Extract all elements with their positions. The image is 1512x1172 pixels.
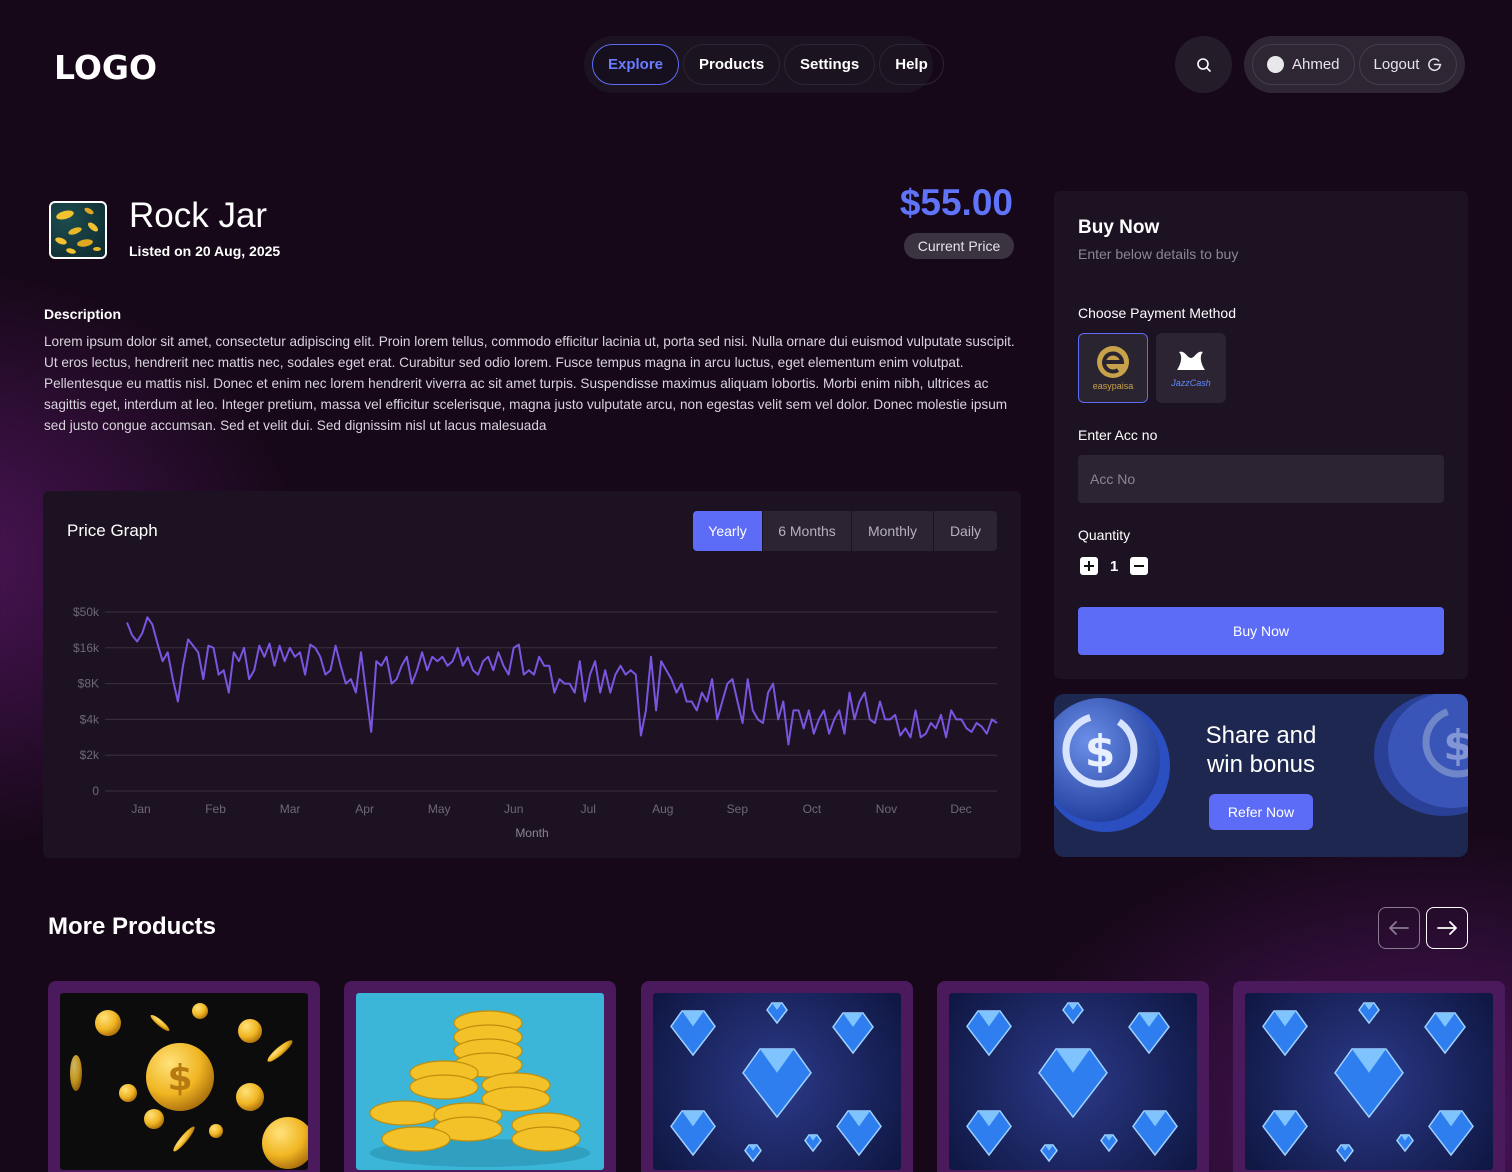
user-box: Ahmed Logout (1244, 36, 1465, 93)
payment-option-jazzcash[interactable]: JazzCash (1156, 333, 1226, 403)
logo[interactable]: LOGO (54, 48, 157, 87)
acc-label: Enter Acc no (1078, 427, 1158, 443)
more-products-heading: More Products (48, 913, 217, 940)
jazzcash-logo-icon (1177, 351, 1205, 370)
x-tick-label: Jun (504, 802, 523, 816)
price-series-line (126, 616, 998, 746)
buy-subtitle: Enter below details to buy (1078, 246, 1239, 262)
price-graph-card: 0 $2k $4k $8K $16k $50k Jan Feb Mar Apr May Jun Jul A… (43, 491, 1021, 858)
x-tick-label: Jan (131, 802, 150, 816)
x-tick-label: Apr (355, 802, 374, 816)
quantity-label: Quantity (1078, 527, 1131, 543)
payment-method-label: Choose Payment Method (1078, 305, 1236, 321)
jazzcash-label: JazzCash (1171, 378, 1211, 388)
product-card[interactable] (1233, 981, 1505, 1172)
logout-label: Logout (1373, 56, 1420, 73)
x-tick-label: Aug (652, 802, 673, 816)
next-button[interactable] (1426, 907, 1468, 949)
nav-explore[interactable]: Explore (592, 44, 680, 85)
user-profile-button[interactable]: Ahmed (1252, 44, 1355, 85)
description-text: Lorem ipsum dolor sit amet, consectetur … (44, 334, 1015, 433)
product-image-blue-gems (653, 993, 901, 1170)
svg-text:$: $ (167, 1058, 192, 1099)
search-icon (1196, 57, 1211, 72)
nav-settings[interactable]: Settings (784, 44, 876, 85)
y-tick-label: $4k (80, 712, 100, 726)
buy-card: Buy Now Enter below details to buy Choos… (1054, 191, 1468, 679)
x-tick-label: Jul (581, 802, 596, 816)
easypaisa-label: easypaisa (1092, 381, 1134, 391)
nav-help[interactable]: Help (879, 44, 944, 85)
prev-button[interactable] (1378, 907, 1420, 949)
tab-monthly[interactable]: Monthly (851, 511, 933, 551)
description-heading: Description (44, 306, 122, 322)
y-tick-label: $16k (73, 641, 100, 655)
easypaisa-logo-icon (1097, 346, 1129, 378)
product-image-blue-gems (1245, 993, 1493, 1170)
product-card[interactable] (344, 981, 616, 1172)
x-tick-label: Nov (876, 802, 897, 816)
graph-title: Price Graph (67, 521, 158, 540)
listed-date: Listed on 20 Aug, 2025 (129, 243, 281, 259)
logout-icon (1428, 58, 1442, 71)
y-tick-label: $2k (80, 748, 100, 762)
y-tick-label: $50k (73, 605, 100, 619)
y-tick-label: 0 (92, 784, 99, 798)
arrow-left-icon (1389, 921, 1409, 935)
decrement-button[interactable] (1130, 557, 1149, 575)
x-tick-label: Feb (205, 802, 226, 816)
refer-headline: Share and win bonus (1054, 721, 1468, 779)
tab-6-months[interactable]: 6 Months (762, 511, 851, 551)
payment-option-easypaisa[interactable]: easypaisa (1078, 333, 1148, 403)
product-card[interactable] (937, 981, 1209, 1172)
user-name: Ahmed (1292, 56, 1340, 73)
main-nav: Explore Products Settings Help (584, 36, 944, 93)
avatar (1267, 56, 1284, 73)
x-tick-label: May (428, 802, 451, 816)
buy-now-button[interactable]: Buy Now (1078, 607, 1444, 655)
product-image-coin-stacks (356, 993, 604, 1170)
plus-icon (1084, 561, 1094, 571)
logout-button[interactable]: Logout (1358, 44, 1458, 85)
x-tick-label: Sep (727, 802, 749, 816)
buy-title: Buy Now (1078, 217, 1160, 238)
tab-daily[interactable]: Daily (933, 511, 997, 551)
x-axis-label: Month (515, 826, 548, 840)
current-price-badge: Current Price (904, 233, 1014, 259)
y-tick-label: $8K (78, 677, 99, 691)
product-image-blue-gems (949, 993, 1197, 1170)
search-button[interactable] (1175, 36, 1232, 93)
refer-line-1: Share and (1205, 722, 1317, 749)
x-tick-label: Mar (280, 802, 301, 816)
arrow-right-icon (1437, 921, 1457, 935)
product-card[interactable] (641, 981, 913, 1172)
x-tick-label: Dec (950, 802, 971, 816)
x-tick-label: Oct (803, 802, 822, 816)
product-thumbnail (49, 201, 107, 259)
nav-products[interactable]: Products (683, 44, 781, 85)
tab-yearly[interactable]: Yearly (693, 511, 762, 551)
product-title: Rock Jar (129, 196, 268, 235)
refer-line-2: win bonus (1206, 751, 1316, 778)
product-card[interactable]: $ (48, 981, 320, 1172)
product-image-floating-coins: $ (60, 993, 308, 1170)
refer-now-button[interactable]: Refer Now (1209, 794, 1313, 830)
quantity-value: 1 (1110, 557, 1119, 575)
acc-number-input[interactable] (1078, 455, 1444, 503)
refer-banner: $ $ Share and win bonus Refer Now (1054, 694, 1468, 857)
time-range-tabs: Yearly 6 Months Monthly Daily (693, 511, 997, 551)
quantity-stepper: 1 (1080, 557, 1149, 575)
current-price: $55.00 (899, 182, 1013, 223)
increment-button[interactable] (1080, 557, 1098, 575)
minus-icon (1134, 565, 1145, 567)
